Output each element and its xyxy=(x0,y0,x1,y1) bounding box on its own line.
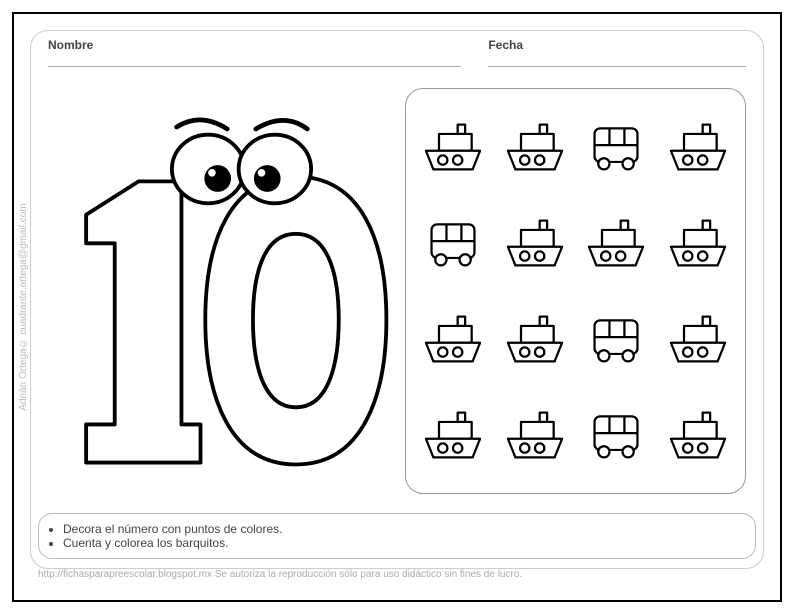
boat-icon xyxy=(665,215,731,271)
boat-icon xyxy=(420,407,486,463)
bus-icon xyxy=(583,311,649,367)
bus-icon xyxy=(420,215,486,271)
objects-row xyxy=(412,311,739,367)
name-line[interactable] xyxy=(48,66,460,67)
boat-icon xyxy=(502,311,568,367)
name-field: Nombre xyxy=(48,38,460,67)
footer-text: http://fichasparapreescolar.blogspot.mx … xyxy=(38,569,774,580)
side-credit: Adrián Ortega© cuadrante.ortega@gmail.co… xyxy=(18,203,29,410)
boat-icon xyxy=(583,215,649,271)
date-line[interactable] xyxy=(488,66,746,67)
instruction-line-2: Cuenta y colorea los barquitos. xyxy=(63,536,737,550)
bus-icon xyxy=(583,119,649,175)
boat-icon xyxy=(502,215,568,271)
objects-row xyxy=(412,407,739,463)
main-content xyxy=(48,88,746,494)
objects-row xyxy=(412,215,739,271)
boat-icon xyxy=(665,311,731,367)
date-field: Fecha xyxy=(488,38,746,67)
number-ten-figure xyxy=(48,88,391,494)
date-label: Fecha xyxy=(488,38,746,52)
boat-icon xyxy=(502,407,568,463)
header: Nombre Fecha xyxy=(48,38,746,67)
boat-icon xyxy=(502,119,568,175)
name-label: Nombre xyxy=(48,38,460,52)
instructions-box: Decora el número con puntos de colores. … xyxy=(38,513,756,559)
objects-row xyxy=(412,119,739,175)
instruction-line-1: Decora el número con puntos de colores. xyxy=(63,522,737,536)
number-10-icon xyxy=(48,88,391,494)
bus-icon xyxy=(583,407,649,463)
counting-objects-box xyxy=(405,88,746,494)
boat-icon xyxy=(665,119,731,175)
boat-icon xyxy=(420,311,486,367)
boat-icon xyxy=(420,119,486,175)
boat-icon xyxy=(665,407,731,463)
